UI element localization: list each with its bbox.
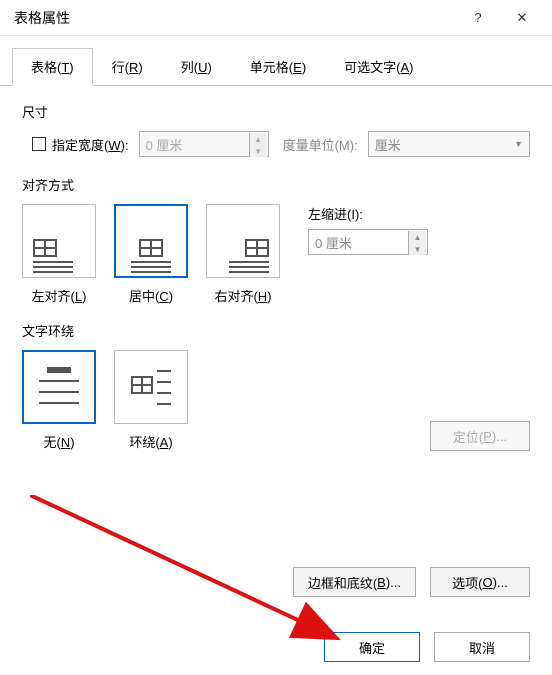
- wrap-none-option[interactable]: [22, 350, 96, 424]
- align-right-label: 右对齐(H): [214, 286, 271, 305]
- tab-alt-text[interactable]: 可选文字(A): [325, 48, 432, 85]
- spin-down-icon[interactable]: ▼: [250, 145, 267, 157]
- dialog-title: 表格属性: [14, 8, 456, 28]
- wrap-around-option[interactable]: [114, 350, 188, 424]
- tab-row[interactable]: 行(R): [93, 48, 162, 85]
- unit-label: 度量单位(M):: [283, 135, 358, 154]
- close-button[interactable]: ✕: [500, 0, 544, 36]
- chevron-down-icon: ▼: [514, 139, 523, 149]
- table-icon: [139, 239, 163, 257]
- table-icon: [33, 239, 57, 257]
- positioning-button: 定位(P)...: [430, 421, 530, 451]
- prefer-width-checkbox[interactable]: 指定宽度(W):: [32, 135, 129, 154]
- align-header: 对齐方式: [22, 175, 530, 194]
- align-right-option[interactable]: [206, 204, 280, 278]
- borders-shading-button[interactable]: 边框和底纹(B)...: [293, 567, 416, 597]
- indent-input[interactable]: 0 厘米 ▲▼: [308, 229, 428, 255]
- tab-column[interactable]: 列(U): [162, 48, 231, 85]
- cancel-button[interactable]: 取消: [434, 632, 530, 662]
- help-button[interactable]: ?: [456, 0, 500, 36]
- size-header: 尺寸: [22, 102, 530, 121]
- width-input[interactable]: 0 厘米 ▲▼: [139, 131, 269, 157]
- align-center-label: 居中(C): [129, 286, 173, 305]
- tab-table[interactable]: 表格(T): [12, 48, 93, 86]
- table-icon: [245, 239, 269, 257]
- wrap-around-label: 环绕(A): [129, 432, 172, 451]
- ok-button[interactable]: 确定: [324, 632, 420, 662]
- align-left-label: 左对齐(L): [32, 286, 87, 305]
- lines-icon: [39, 377, 79, 407]
- spin-up-icon[interactable]: ▲: [409, 231, 426, 243]
- align-center-option[interactable]: [114, 204, 188, 278]
- indent-label: 左缩进(I):: [308, 204, 428, 223]
- checkbox-icon: [32, 137, 46, 151]
- lines-icon: [131, 261, 171, 273]
- wrap-none-label: 无(N): [43, 432, 74, 451]
- unit-select[interactable]: 厘米▼: [368, 131, 530, 157]
- spin-down-icon[interactable]: ▼: [409, 243, 426, 255]
- lines-icon: [33, 261, 73, 273]
- options-button[interactable]: 选项(O)...: [430, 567, 530, 597]
- lines-icon: [157, 367, 171, 408]
- spin-up-icon[interactable]: ▲: [250, 133, 267, 145]
- wrap-header: 文字环绕: [22, 321, 530, 340]
- tab-cell[interactable]: 单元格(E): [231, 48, 325, 85]
- lines-icon: [229, 261, 269, 273]
- align-left-option[interactable]: [22, 204, 96, 278]
- table-icon: [131, 376, 153, 394]
- table-icon: [47, 367, 71, 373]
